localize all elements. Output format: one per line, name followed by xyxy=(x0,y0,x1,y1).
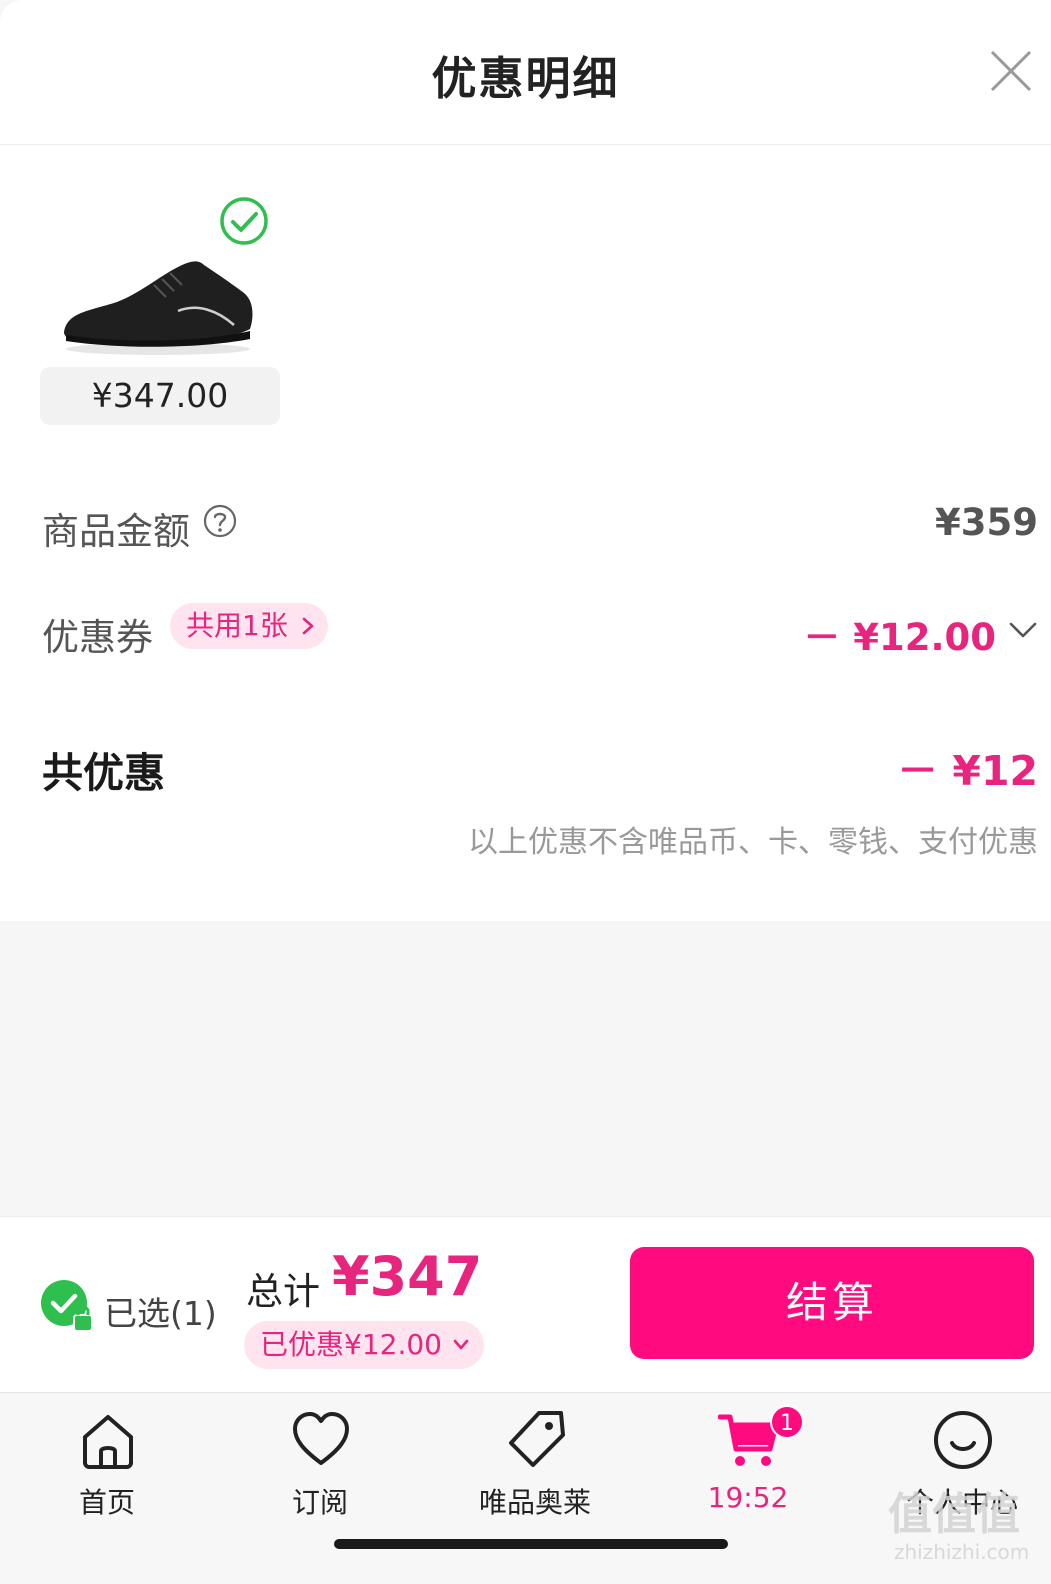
tab-subscribe-label: 订阅 xyxy=(291,1486,348,1519)
check-circle-icon[interactable] xyxy=(218,195,270,247)
tag-icon xyxy=(509,1411,565,1467)
tab-home-label: 首页 xyxy=(78,1486,135,1519)
tab-outlet[interactable]: 唯品奥莱 xyxy=(455,1405,615,1519)
coupon-count-tag[interactable]: 共用1张 xyxy=(170,603,328,649)
question-circle-icon[interactable] xyxy=(202,503,238,539)
home-indicator xyxy=(334,1539,728,1549)
coupon-value: － ¥12.00 xyxy=(803,616,996,659)
tab-cart-label: 19:52 xyxy=(707,1481,789,1514)
coupon-row: 优惠券 共用1张 － ¥12.00 xyxy=(42,601,1038,661)
discount-detail-sheet: 优惠明细 ¥347.00 商品金额 ¥359 优惠券 共用1张 － ¥12.00… xyxy=(0,0,1051,1584)
total-discount-label: 共优惠 xyxy=(42,749,165,797)
close-icon[interactable] xyxy=(988,48,1034,94)
discount-note: 以上优惠不含唯品币、卡、零钱、支付优惠 xyxy=(468,825,1038,860)
goods-amount-label: 商品金额 xyxy=(42,510,190,553)
chevron-down-icon xyxy=(453,1339,469,1350)
coupon-label: 优惠券 xyxy=(42,616,153,659)
product-card[interactable]: ¥347.00 xyxy=(40,193,280,425)
shoe-image xyxy=(64,261,253,355)
select-all-toggle[interactable]: 已选(1) xyxy=(40,1279,230,1335)
product-price: ¥347.00 xyxy=(40,367,280,425)
discount-summary-text: 已优惠¥12.00 xyxy=(260,1328,442,1361)
total-discount-row: 共优惠 － ¥12 xyxy=(42,737,1038,797)
discount-content: ¥347.00 商品金额 ¥359 优惠券 共用1张 － ¥12.00 共优惠 … xyxy=(0,145,1051,921)
discount-summary-pill[interactable]: 已优惠¥12.00 xyxy=(244,1321,484,1369)
checked-lock-icon xyxy=(41,1280,93,1332)
tab-outlet-label: 唯品奥莱 xyxy=(478,1486,591,1519)
smiley-icon xyxy=(934,1411,992,1469)
tab-subscribe[interactable]: 订阅 xyxy=(240,1405,400,1519)
sum-label: 总计 xyxy=(246,1270,320,1313)
watermark-text: 值值值 xyxy=(888,1489,1020,1540)
site-watermark: 值值值 zhizhizhi.com xyxy=(888,1478,1038,1582)
chevron-down-icon[interactable] xyxy=(1008,619,1038,641)
heart-icon xyxy=(293,1412,349,1465)
checkout-button[interactable]: 结算 xyxy=(630,1247,1034,1359)
goods-amount-value: ¥359 xyxy=(935,501,1038,544)
cart-count-badge: 1 xyxy=(770,1405,804,1439)
checkout-bar: 已选(1) 总计 ¥347 已优惠¥12.00 结算 xyxy=(0,1216,1051,1392)
tab-home[interactable]: 首页 xyxy=(27,1405,187,1519)
tab-cart[interactable]: 1 19:52 xyxy=(668,1405,828,1515)
goods-amount-row: 商品金额 ¥359 xyxy=(42,495,1038,555)
sum-value: ¥347 xyxy=(332,1245,483,1308)
selected-count-label: 已选(1) xyxy=(104,1294,217,1333)
sheet-title: 优惠明细 xyxy=(431,52,620,105)
coupon-count-text: 共用1张 xyxy=(186,609,288,642)
sheet-header: 优惠明细 xyxy=(0,0,1051,145)
chevron-right-icon xyxy=(302,617,314,635)
watermark-url: zhizhizhi.com xyxy=(894,1540,1030,1564)
home-icon xyxy=(83,1415,133,1469)
total-discount-value: － ¥12 xyxy=(897,747,1038,795)
